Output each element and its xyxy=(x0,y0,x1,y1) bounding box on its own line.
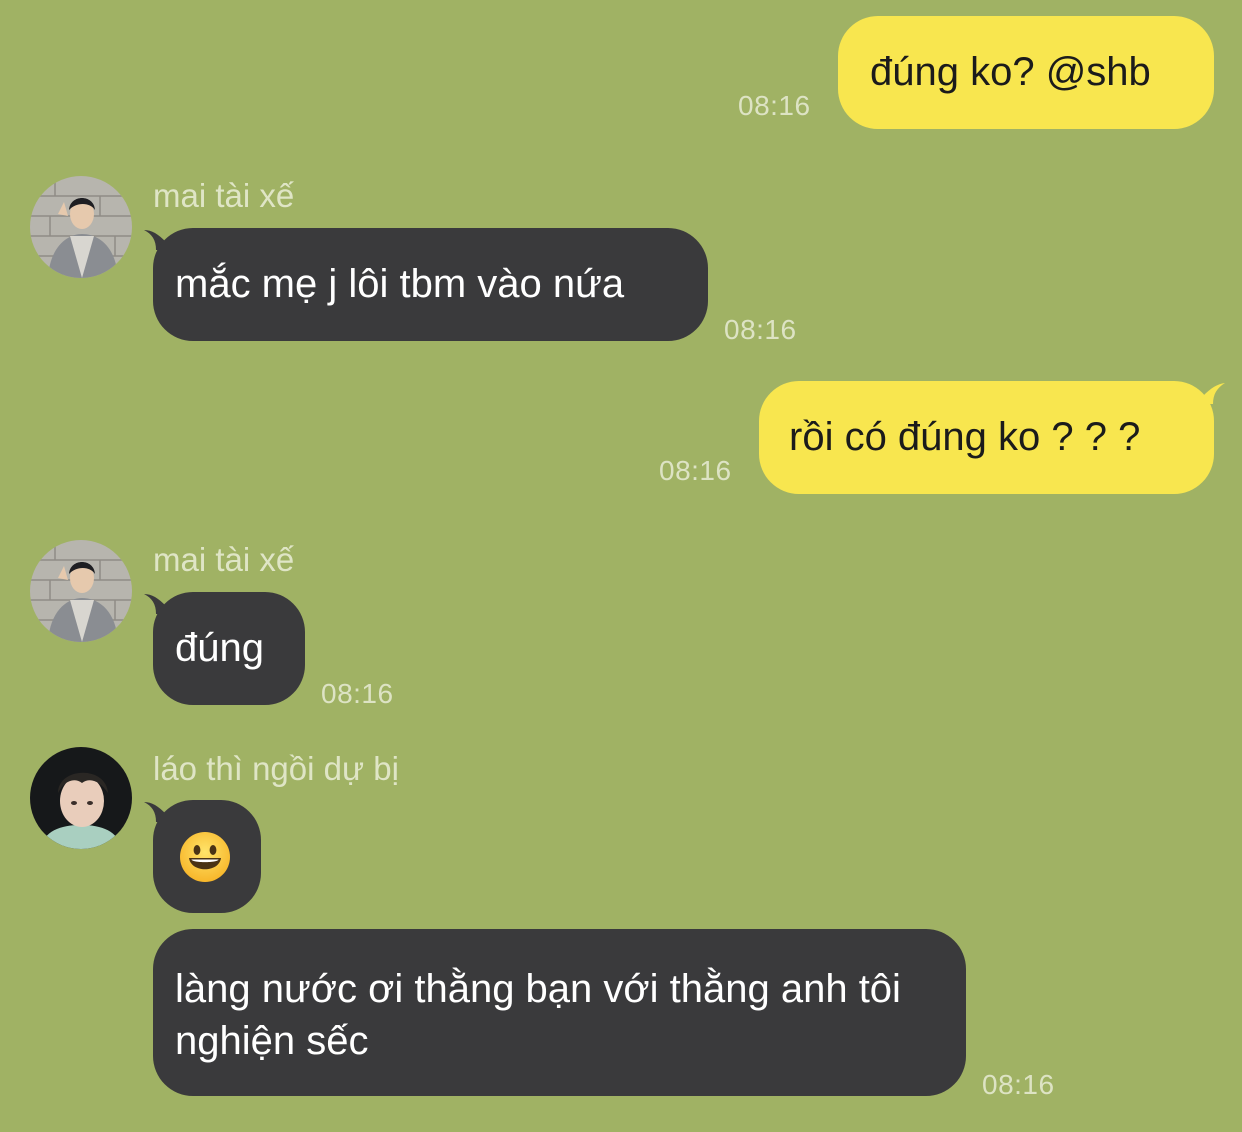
sender-name: mai tài xế xyxy=(153,541,295,578)
chat-area[interactable]: đúng ko? @shb 08:16 mai tài xế mắc mẹ j … xyxy=(0,0,1242,1132)
grinning-face-emoji xyxy=(180,832,230,882)
incoming-message-bubble[interactable]: đúng xyxy=(153,592,305,705)
message-text: đúng xyxy=(175,626,264,670)
bubble-tail xyxy=(1203,383,1225,404)
outgoing-message-bubble[interactable]: rồi có đúng ko ? ? ? xyxy=(759,381,1214,494)
message-text: mắc mẹ j lôi tbm vào nứa xyxy=(175,262,625,306)
avatar-photo-mai xyxy=(30,176,132,278)
message-timestamp: 08:16 xyxy=(738,90,811,121)
message-timestamp: 08:16 xyxy=(321,678,394,709)
message-text: rồi có đúng ko ? ? ? xyxy=(789,415,1141,459)
incoming-message-bubble[interactable]: mắc mẹ j lôi tbm vào nứa xyxy=(153,228,708,341)
avatar-photo-lao xyxy=(30,747,132,849)
outgoing-message-bubble[interactable]: đúng ko? @shb xyxy=(838,16,1214,129)
message-timestamp: 08:16 xyxy=(724,314,797,345)
message-text: đúng ko? @shb xyxy=(870,50,1151,94)
sender-name: mai tài xế xyxy=(153,177,295,214)
message-timestamp: 08:16 xyxy=(982,1069,1055,1100)
incoming-message-bubble[interactable]: làng nước ơi thằng bạn với thằng anh tôi… xyxy=(153,929,966,1096)
sender-avatar[interactable] xyxy=(30,176,132,278)
message-text: làng nước ơi thằng bạn với thằng anh tôi… xyxy=(175,967,901,1063)
sender-name: láo thì ngồi dự bị xyxy=(153,750,399,787)
message-timestamp: 08:16 xyxy=(659,455,732,486)
avatar-photo-mai xyxy=(30,540,132,642)
sender-avatar[interactable] xyxy=(30,540,132,642)
incoming-message-bubble[interactable] xyxy=(153,800,261,913)
sender-avatar[interactable] xyxy=(30,747,132,849)
